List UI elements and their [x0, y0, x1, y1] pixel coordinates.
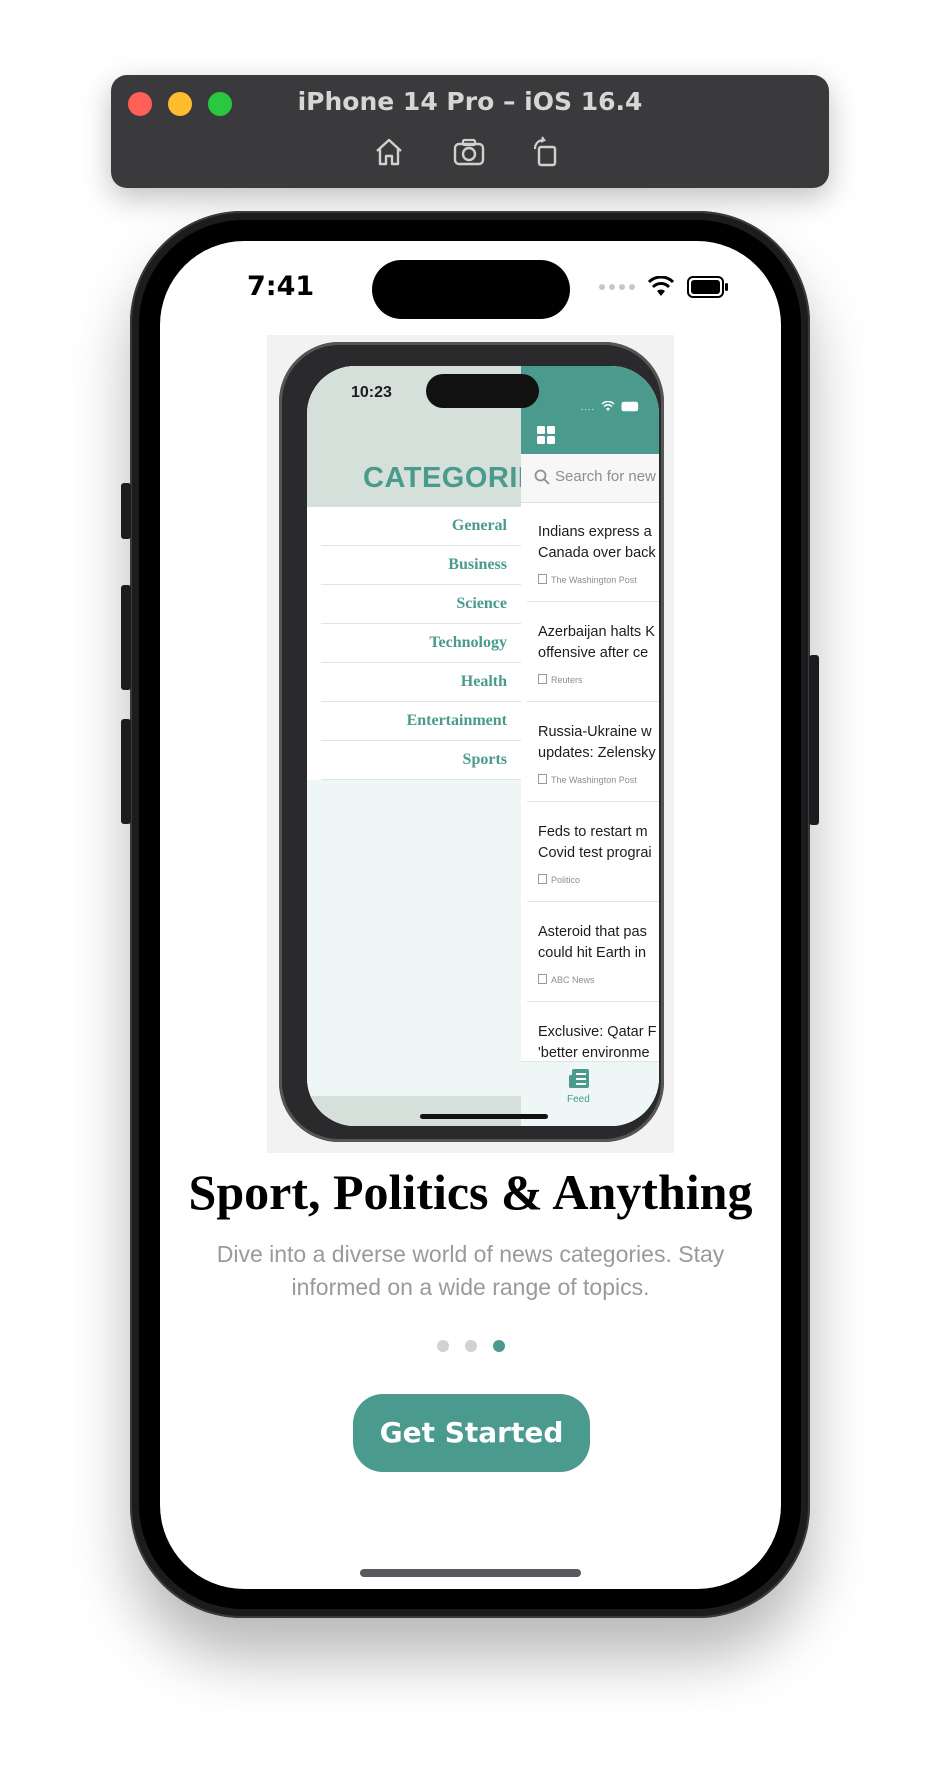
category-item: General — [321, 507, 521, 546]
status-icons — [599, 275, 729, 299]
dynamic-island — [372, 260, 570, 319]
onboarding-illustration: 10:23 CATEGORIES General Business Scienc… — [267, 335, 674, 1153]
feed-panel: Search for new Indians express a Canada … — [521, 366, 659, 1126]
news-item: Azerbaijan halts K offensive after ce Re… — [527, 602, 659, 702]
battery-icon — [687, 276, 728, 298]
categories-footer — [307, 1096, 521, 1126]
news-source: The Washington Post — [538, 774, 637, 785]
categories-list: General Business Science Technology Heal… — [307, 507, 521, 780]
news-item: Indians express a Canada over back The W… — [527, 502, 659, 602]
home-icon[interactable] — [372, 135, 406, 169]
simulator-title-bar: iPhone 14 Pro – iOS 16.4 — [111, 75, 829, 188]
feed-tab-label: Feed — [567, 1094, 590, 1105]
illustration-wifi-icon — [601, 401, 615, 411]
illustration-status-time: 10:23 — [351, 384, 392, 401]
power-button — [809, 655, 819, 825]
screenshot-icon[interactable] — [452, 135, 486, 169]
news-title: Russia-Ukraine w updates: Zelensky — [538, 724, 656, 761]
illustration-status-icons: .... — [581, 401, 641, 412]
grid-icon — [537, 426, 555, 444]
page-indicator[interactable] — [160, 1340, 781, 1352]
category-item: Sports — [321, 741, 521, 780]
mute-switch — [121, 483, 131, 539]
category-item: Entertainment — [321, 702, 521, 741]
wifi-icon — [647, 276, 675, 296]
volume-down-button — [121, 719, 131, 824]
search-placeholder: Search for new — [555, 468, 656, 485]
news-item: Exclusive: Qatar F 'better environme — [527, 1002, 659, 1062]
news-list: Indians express a Canada over back The W… — [521, 502, 659, 1062]
news-title: Asteroid that pas could hit Earth in — [538, 924, 647, 961]
news-title: Feds to restart m Covid test prograi — [538, 824, 652, 861]
get-started-button[interactable]: Get Started — [353, 1394, 590, 1472]
illustration-search-bar: Search for new — [521, 454, 659, 503]
volume-up-button — [121, 585, 131, 690]
status-time: 7:41 — [247, 271, 315, 302]
illustration-home-indicator — [420, 1114, 548, 1119]
news-title: Azerbaijan halts K offensive after ce — [538, 624, 655, 661]
device-screen: 7:41 10:23 CATEGORIES General Business S… — [160, 241, 781, 1589]
news-source: Politico — [538, 874, 580, 885]
news-item: Feds to restart m Covid test prograi Pol… — [527, 802, 659, 902]
news-source: The Washington Post — [538, 574, 637, 585]
onboarding-headline: Sport, Politics & Anything — [188, 1164, 753, 1220]
home-indicator[interactable] — [360, 1569, 581, 1577]
newspaper-icon — [569, 1069, 589, 1088]
onboarding-subtitle: Dive into a diverse world of news catego… — [216, 1241, 725, 1300]
category-item: Business — [321, 546, 521, 585]
search-icon — [534, 469, 550, 485]
news-title: Exclusive: Qatar F 'better environme — [538, 1024, 657, 1061]
page-dot-1[interactable] — [436, 1340, 449, 1352]
category-item: Technology — [321, 624, 521, 663]
rotate-icon[interactable] — [529, 135, 563, 169]
simulator-title: iPhone 14 Pro – iOS 16.4 — [297, 87, 643, 116]
category-item: Health — [321, 663, 521, 702]
news-item: Russia-Ukraine w updates: Zelensky The W… — [527, 702, 659, 802]
category-item: Science — [321, 585, 521, 624]
illustration-screen: 10:23 CATEGORIES General Business Scienc… — [307, 366, 659, 1126]
illustration-battery-icon — [621, 401, 639, 412]
news-source: Reuters — [538, 674, 583, 685]
illustration-dynamic-island — [426, 374, 539, 408]
news-title: Indians express a Canada over back — [538, 524, 656, 561]
news-item: Asteroid that pas could hit Earth in ABC… — [527, 902, 659, 1002]
cellular-icon — [599, 284, 635, 290]
page-dot-3-active[interactable] — [492, 1340, 505, 1352]
page-dot-2[interactable] — [464, 1340, 477, 1352]
news-source: ABC News — [538, 974, 595, 985]
categories-panel: 10:23 CATEGORIES General Business Scienc… — [307, 366, 557, 1126]
